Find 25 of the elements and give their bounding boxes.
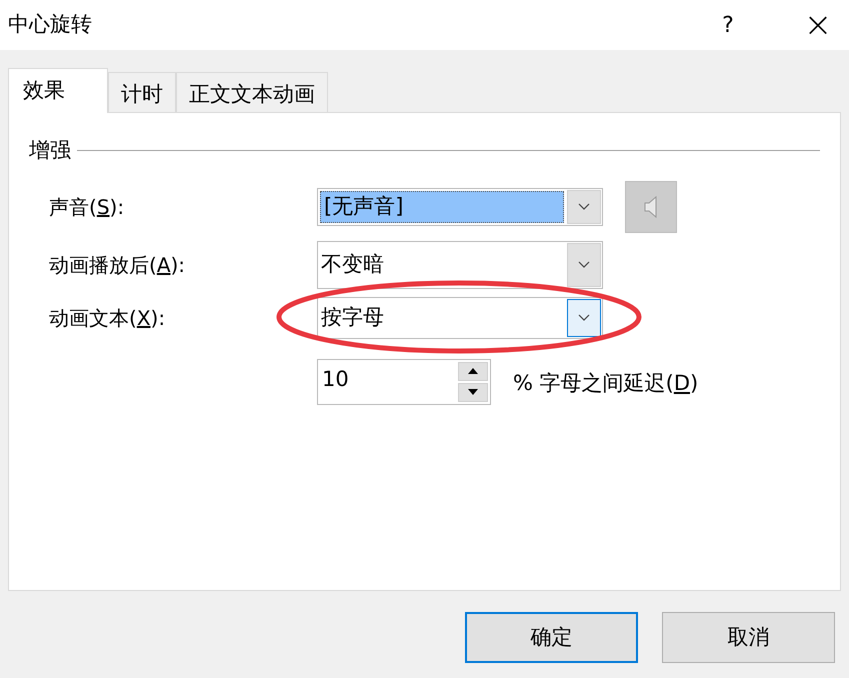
help-button[interactable]: ?: [705, 5, 751, 45]
field-label: % 字母之间延迟(D): [513, 370, 698, 397]
down-triangle-icon: [468, 389, 478, 395]
spin-up-button[interactable]: [458, 362, 488, 380]
field-label: 声音(S):: [48, 194, 126, 220]
close-button[interactable]: ×: [795, 5, 841, 45]
dropdown-value: 按字母: [321, 304, 384, 331]
dropdown-value: 不变暗: [321, 250, 384, 278]
dropdown[interactable]: 按字母: [317, 296, 603, 338]
dropdown-value: [无声音]: [324, 192, 404, 220]
dialog-button[interactable]: 确定: [465, 612, 638, 663]
tab[interactable]: 计时: [108, 72, 176, 112]
group-title: 增强: [29, 137, 72, 164]
field-label: 动画播放后(A):: [48, 252, 186, 278]
speaker-icon: [644, 194, 658, 218]
tab[interactable]: 效果: [8, 68, 108, 113]
number-field[interactable]: 10: [317, 358, 491, 404]
tab[interactable]: 正文文本动画: [176, 72, 328, 112]
dialog-button[interactable]: 取消: [662, 612, 835, 663]
dropdown[interactable]: [无声音]: [317, 188, 603, 226]
field-label: 动画文本(X):: [48, 304, 166, 332]
spin-down-button[interactable]: [458, 382, 488, 402]
window-title: 中心旋转: [8, 11, 93, 38]
up-triangle-icon: [468, 368, 478, 374]
dropdown[interactable]: 不变暗: [317, 240, 603, 288]
